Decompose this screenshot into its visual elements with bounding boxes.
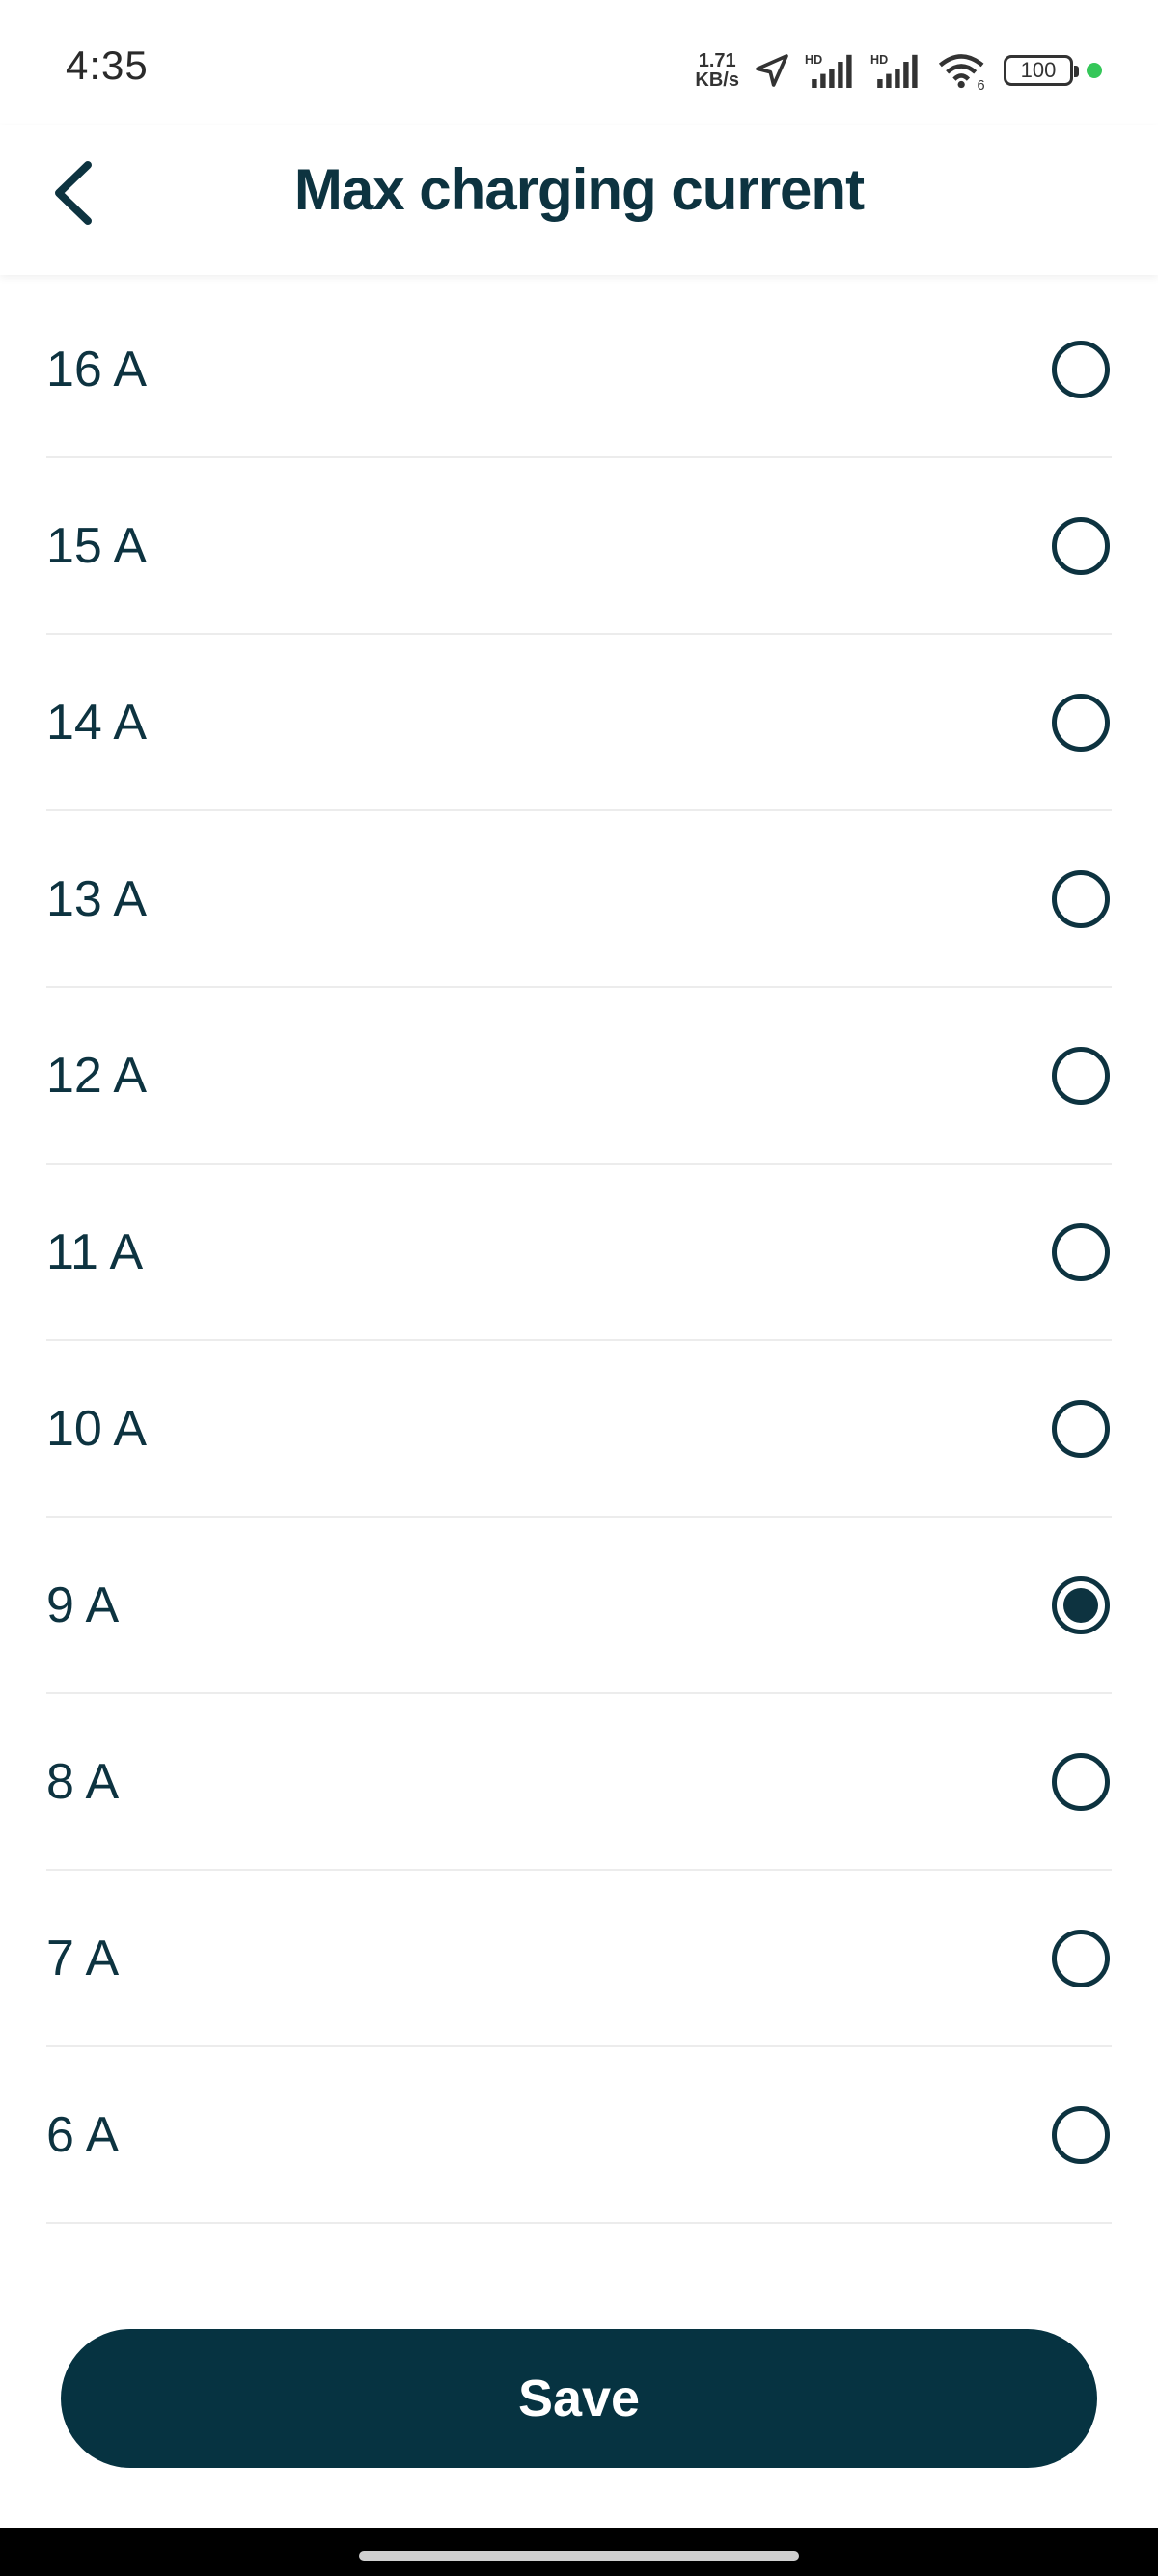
hd-signal-icon: HD (870, 53, 918, 88)
option-row[interactable]: 10 A (46, 1341, 1112, 1518)
option-label: 15 A (46, 517, 148, 574)
radio-unselected-icon[interactable] (1052, 1222, 1110, 1281)
option-label: 13 A (46, 870, 148, 927)
network-speed: 1.71 KB/s (695, 51, 739, 90)
wifi-6-icon: 6 (938, 54, 985, 90)
option-row[interactable]: 13 A (46, 811, 1112, 988)
option-label: 8 A (46, 1753, 120, 1810)
svg-text:6: 6 (978, 78, 985, 90)
option-row[interactable]: 7 A (46, 1871, 1112, 2047)
radio-unselected-icon[interactable] (1052, 2105, 1110, 2164)
status-bar: 4:35 1.71 KB/s HD HD 6 100 (0, 0, 1158, 125)
option-row[interactable]: 12 A (46, 988, 1112, 1165)
option-label: 6 A (46, 2106, 120, 2163)
option-label: 7 A (46, 1930, 120, 1987)
option-label: 9 A (46, 1576, 120, 1633)
hd-signal-icon: HD (805, 53, 852, 88)
home-indicator[interactable] (359, 2551, 799, 2561)
radio-unselected-icon[interactable] (1052, 1399, 1110, 1458)
battery-icon: 100 (1004, 55, 1079, 86)
radio-unselected-icon[interactable] (1052, 1046, 1110, 1105)
option-label: 12 A (46, 1047, 148, 1104)
option-label: 14 A (46, 694, 148, 751)
app-header: Max charging current (0, 125, 1158, 275)
network-speed-unit: KB/s (695, 69, 739, 91)
option-row[interactable]: 6 A (46, 2047, 1112, 2224)
option-row[interactable]: 16 A (46, 282, 1112, 458)
option-label: 11 A (46, 1223, 144, 1280)
option-row[interactable]: 9 A (46, 1518, 1112, 1694)
option-row[interactable]: 8 A (46, 1694, 1112, 1871)
radio-unselected-icon[interactable] (1052, 693, 1110, 752)
status-icons: 1.71 KB/s HD HD 6 100 (695, 46, 1102, 95)
radio-unselected-icon[interactable] (1052, 516, 1110, 575)
current-options-list: 16 A 15 A 14 A 13 A 12 A 11 A 10 A 9 A 8 A 7 A 6 A (46, 282, 1112, 2224)
option-label: 10 A (46, 1400, 148, 1457)
system-navigation-bar (0, 2528, 1158, 2576)
location-arrow-icon (756, 54, 788, 87)
privacy-dot-icon (1087, 63, 1102, 78)
page-title: Max charging current (293, 157, 865, 222)
radio-dot-icon (1063, 1587, 1098, 1623)
save-button[interactable]: Save (61, 2329, 1097, 2468)
battery-level: 100 (1020, 58, 1057, 82)
option-row[interactable]: 11 A (46, 1165, 1112, 1341)
option-row[interactable]: 15 A (46, 458, 1112, 635)
option-row[interactable]: 14 A (46, 635, 1112, 811)
network-speed-value: 1.71 (698, 50, 736, 71)
svg-text:HD: HD (870, 53, 888, 67)
option-label: 16 A (46, 341, 148, 397)
radio-unselected-icon[interactable] (1052, 869, 1110, 928)
radio-unselected-icon[interactable] (1052, 340, 1110, 398)
radio-unselected-icon[interactable] (1052, 1929, 1110, 1987)
status-time: 4:35 (66, 42, 149, 88)
svg-text:HD: HD (805, 53, 822, 67)
radio-unselected-icon[interactable] (1052, 1752, 1110, 1811)
radio-selected-icon[interactable] (1052, 1576, 1110, 1634)
